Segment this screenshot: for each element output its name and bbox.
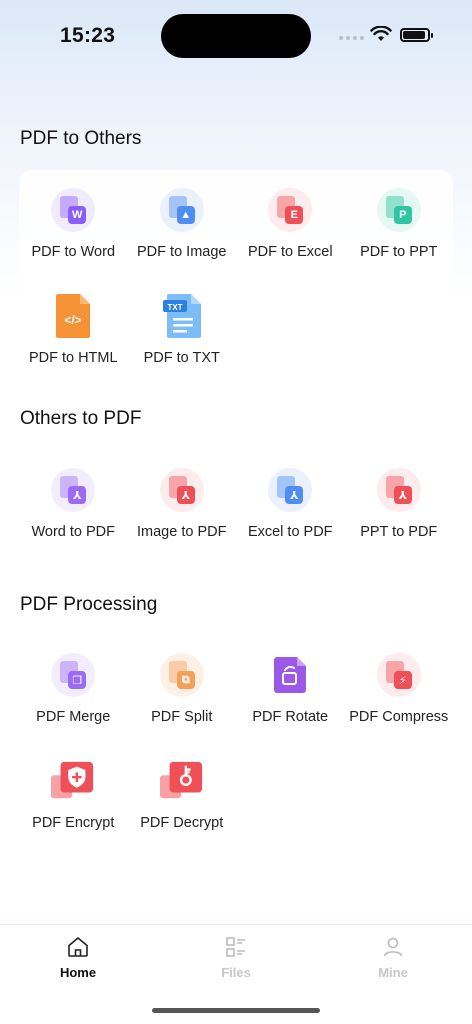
pdf-decrypt-button[interactable]: PDF Decrypt: [128, 741, 237, 847]
section-title-others-to-pdf: Others to PDF: [20, 408, 142, 429]
pdf-encrypt-button[interactable]: PDF Encrypt: [19, 741, 128, 847]
ppt-to-pdf-button[interactable]: ⅄ PPT to PDF: [345, 450, 454, 556]
pdf-to-word-button[interactable]: W PDF to Word: [19, 170, 128, 276]
tool-label: PDF to TXT: [143, 350, 220, 366]
decrypt-key-icon: [159, 759, 204, 803]
tool-label: PDF to PPT: [360, 244, 438, 260]
pdf-rotate-button[interactable]: PDF Rotate: [236, 635, 345, 741]
status-bar: 15:23: [0, 0, 472, 70]
ppt-icon: P: [376, 188, 421, 232]
tool-label: PDF Decrypt: [140, 815, 224, 831]
pdf-split-button[interactable]: ⧉ PDF Split: [128, 635, 237, 741]
tab-home[interactable]: Home: [28, 935, 128, 980]
svg-text:TXT: TXT: [167, 303, 182, 312]
txt-file-icon: TXT: [160, 294, 204, 338]
tool-label: PDF to Excel: [247, 244, 333, 260]
pdf-to-excel-button[interactable]: E PDF to Excel: [236, 170, 345, 276]
tool-label: Excel to PDF: [247, 524, 333, 540]
tool-label: PDF Encrypt: [32, 815, 115, 831]
pdf-compress-button[interactable]: ⚡ PDF Compress: [345, 635, 454, 741]
pdf-to-image-button[interactable]: ▲ PDF to Image: [128, 170, 237, 276]
home-indicator: [152, 1008, 320, 1013]
tool-label: PDF Rotate: [252, 709, 329, 725]
merge-icon: ❐: [51, 653, 96, 697]
pdf-to-txt-button[interactable]: TXT PDF to TXT: [128, 276, 237, 382]
tab-mine[interactable]: Mine: [343, 935, 443, 980]
section-title-pdf-processing: PDF Processing: [20, 594, 158, 615]
rotate-icon: [268, 653, 312, 697]
excel-to-pdf-icon: ⅄: [268, 468, 313, 512]
tool-label: PDF to Image: [137, 244, 227, 260]
svg-text:</>: </>: [65, 313, 82, 327]
tool-label: Word to PDF: [31, 524, 116, 540]
tool-label: PDF to HTML: [28, 350, 118, 366]
word-to-pdf-icon: ⅄: [51, 468, 96, 512]
excel-to-pdf-button[interactable]: ⅄ Excel to PDF: [236, 450, 345, 556]
pdf-processing-grid: ❐ PDF Merge ⧉ PDF Split PDF Rotate ⚡ PDF…: [19, 635, 453, 847]
tab-mine-label: Mine: [378, 965, 408, 980]
files-icon: [226, 937, 245, 957]
wifi-icon: [370, 26, 392, 41]
battery-icon: [400, 28, 433, 42]
pdf-merge-button[interactable]: ❐ PDF Merge: [19, 635, 128, 741]
tool-label: PDF Merge: [36, 709, 111, 725]
tool-label: PPT to PDF: [360, 524, 438, 540]
excel-icon: E: [268, 188, 313, 232]
compress-icon: ⚡: [376, 653, 421, 697]
status-time: 15:23: [60, 24, 116, 47]
pdf-to-html-button[interactable]: </> PDF to HTML: [19, 276, 128, 382]
encrypt-shield-icon: [51, 759, 95, 803]
word-icon: W: [51, 188, 96, 232]
tab-files[interactable]: Files: [186, 935, 286, 980]
section-title-pdf-to-others: PDF to Others: [20, 128, 142, 149]
image-icon: ▲: [159, 188, 204, 232]
pdf-to-others-grid: W PDF to Word ▲ PDF to Image E PDF to Ex…: [19, 170, 453, 382]
cellular-signal-icon: [339, 36, 364, 40]
tab-home-label: Home: [59, 965, 97, 980]
tab-files-label: Files: [221, 965, 251, 980]
pdf-to-ppt-button[interactable]: P PDF to PPT: [345, 170, 454, 276]
image-to-pdf-icon: ⅄: [159, 468, 204, 512]
image-to-pdf-button[interactable]: ⅄ Image to PDF: [128, 450, 237, 556]
tool-label: Image to PDF: [137, 524, 227, 540]
word-to-pdf-button[interactable]: ⅄ Word to PDF: [19, 450, 128, 556]
tool-label: PDF Split: [151, 709, 213, 725]
tool-label: PDF Compress: [349, 709, 449, 725]
dynamic-island: [161, 14, 311, 58]
home-icon: [68, 937, 88, 957]
tool-label: PDF to Word: [31, 244, 116, 260]
split-icon: ⧉: [159, 653, 204, 697]
html-file-icon: </>: [51, 294, 95, 338]
others-to-pdf-grid: ⅄ Word to PDF ⅄ Image to PDF ⅄ Excel to …: [19, 450, 453, 556]
user-icon: [383, 937, 403, 957]
ppt-to-pdf-icon: ⅄: [376, 468, 421, 512]
